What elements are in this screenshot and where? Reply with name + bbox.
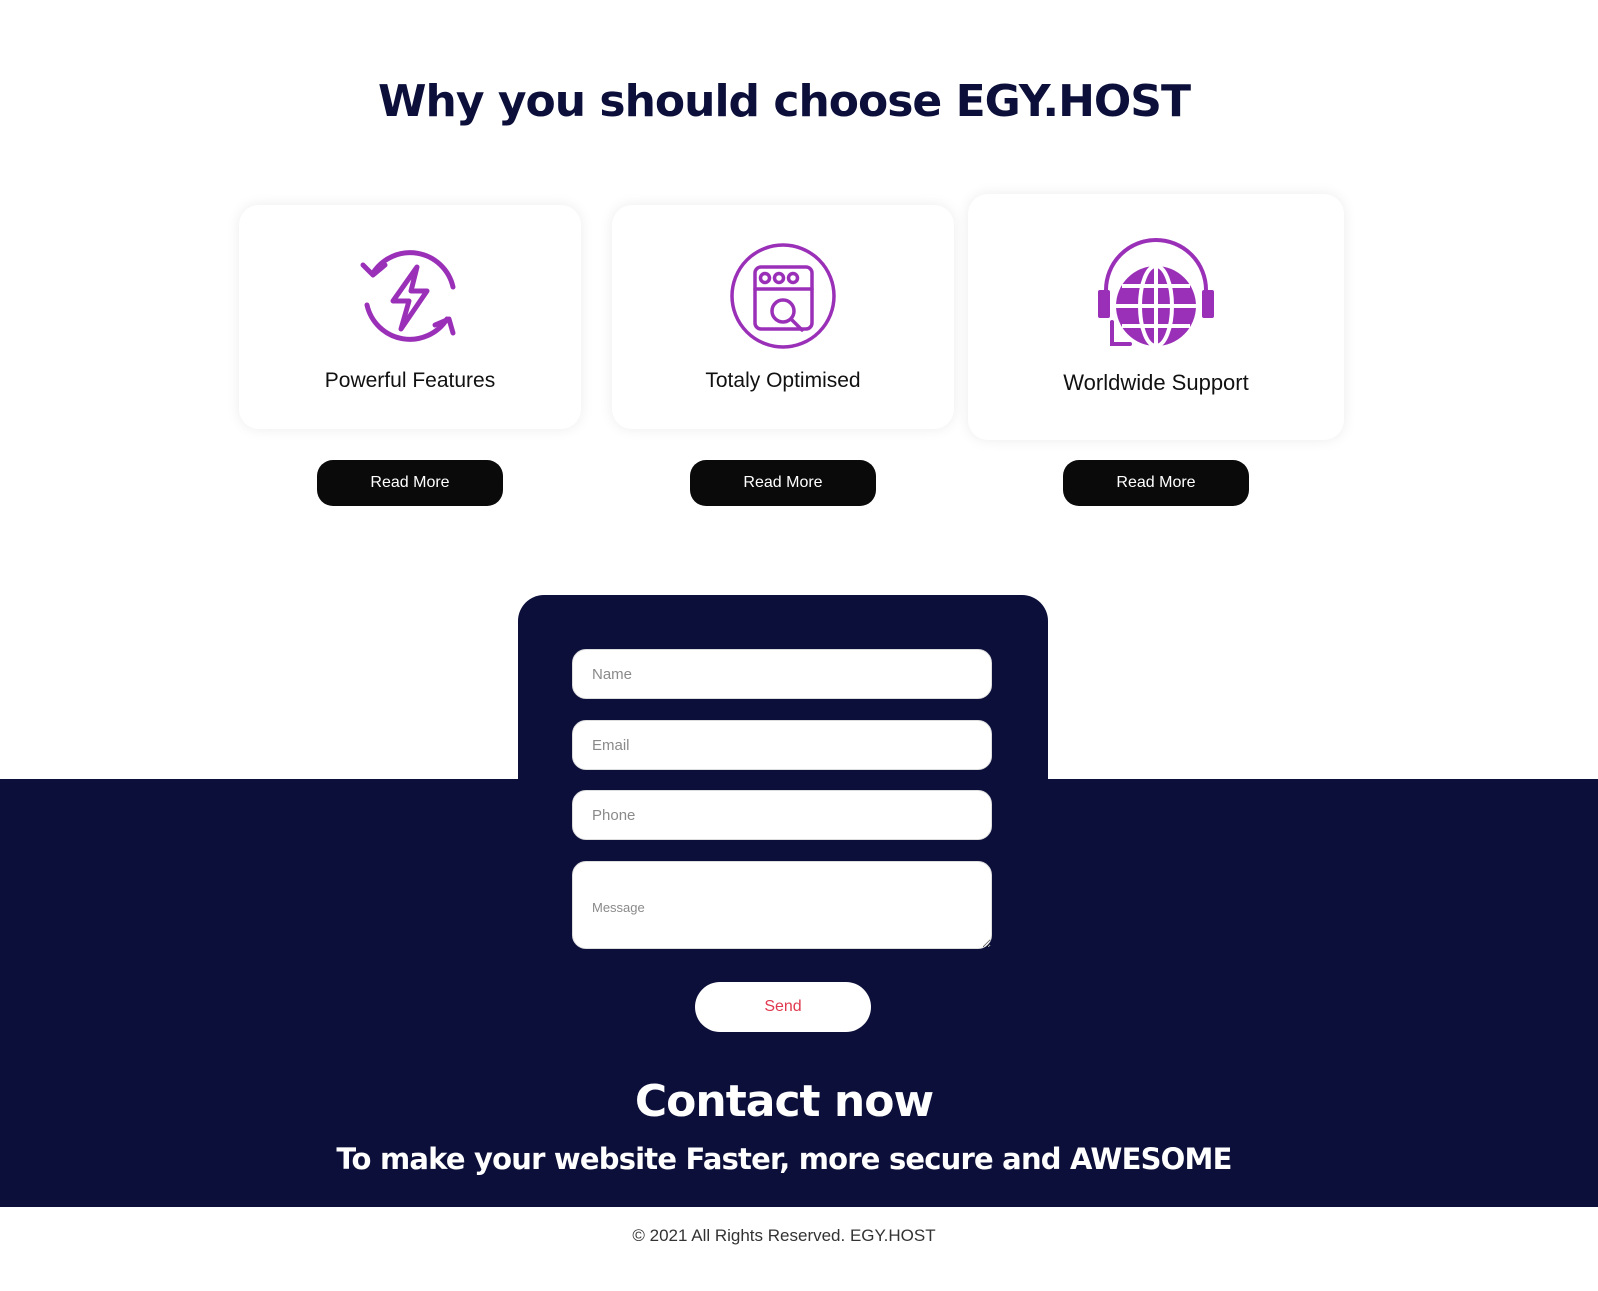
read-more-button-1[interactable]: Read More (317, 460, 503, 506)
contact-subtitle: To make your website Faster, more secure… (336, 1142, 1232, 1176)
feature-title: Worldwide Support (1063, 370, 1249, 395)
name-input[interactable] (572, 649, 992, 699)
send-button[interactable]: Send (695, 982, 871, 1032)
feature-card-powerful-features: Powerful Features (239, 205, 581, 429)
read-more-button-3[interactable]: Read More (1063, 460, 1249, 506)
globe-headset-icon (1098, 238, 1214, 348)
feature-title: Totaly Optimised (705, 369, 861, 392)
phone-input[interactable] (572, 790, 992, 840)
browser-search-icon (730, 243, 836, 349)
email-input[interactable] (572, 720, 992, 770)
feature-card-totaly-optimised: Totaly Optimised (612, 205, 954, 429)
contact-title: Contact now (634, 1076, 934, 1127)
read-more-button-2[interactable]: Read More (690, 460, 876, 506)
message-textarea[interactable] (572, 861, 992, 949)
copyright-text: © 2021 All Rights Reserved. EGY.HOST (632, 1226, 936, 1245)
feature-title: Powerful Features (324, 369, 496, 392)
feature-card-worldwide-support: Worldwide Support (968, 194, 1344, 440)
section-heading: Why you should choose EGY.HOST (377, 76, 1191, 127)
lightning-refresh-icon (360, 250, 456, 342)
